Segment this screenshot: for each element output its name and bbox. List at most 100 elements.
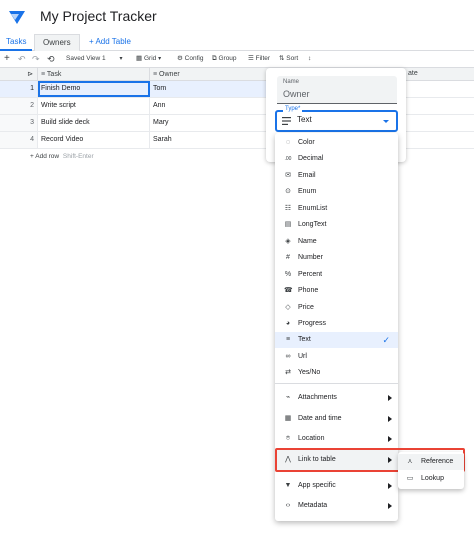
menu-item-label: Date and time (298, 415, 342, 422)
price-icon: ◇ (285, 304, 291, 311)
owner-cell[interactable]: Sarah (150, 132, 275, 148)
group-button[interactable]: ⧉ Group (212, 51, 237, 67)
menu-item-label: EnumList (298, 205, 328, 212)
tab-tasks[interactable]: Tasks (0, 34, 33, 51)
config-button[interactable]: ⚙ Config (177, 51, 203, 67)
menu-item-label: Color (298, 139, 315, 146)
owner-cell[interactable]: Ann (150, 98, 275, 114)
name-icon: ◈ (285, 238, 291, 245)
submenu-item-reference[interactable]: ⋏ Reference (398, 454, 464, 470)
add-row-button[interactable]: + Add row Shift-Enter (30, 153, 94, 160)
menu-item-label: LongText (298, 221, 327, 228)
link-table-icon: ⋀ (285, 456, 291, 463)
yes-no-icon: ⇄ (285, 369, 291, 376)
app-logo-icon (9, 11, 25, 24)
tab-owners[interactable]: Owners (34, 34, 80, 51)
column-type-select[interactable]: Type* Text (275, 106, 398, 132)
phone-icon: ☎ (284, 287, 293, 294)
menu-group-date-time[interactable]: ▦ Date and time (275, 409, 398, 429)
attachment-icon: ⌁ (285, 394, 291, 401)
column-header-task[interactable]: ≡ Task (38, 68, 150, 81)
menu-item-label: Metadata (298, 502, 328, 509)
enum-list-icon: ☷ (284, 205, 292, 212)
name-field-value: Owner (283, 89, 310, 99)
menu-item-percent[interactable]: % Percent (275, 267, 398, 283)
metadata-icon: ‹› (285, 502, 291, 509)
menu-divider (275, 383, 398, 384)
menu-item-name[interactable]: ◈ Name (275, 234, 398, 250)
menu-item-enum[interactable]: ⊙ Enum (275, 184, 398, 200)
menu-item-yesno[interactable]: ⇄ Yes/No (275, 365, 398, 381)
chevron-down-icon: ▾ (158, 56, 162, 62)
task-cell[interactable]: Finish Demo (38, 81, 150, 97)
name-field-label: Name (283, 79, 300, 85)
chevron-down-icon: ▾ (119, 56, 123, 62)
palette-icon: ◌ (285, 139, 291, 146)
menu-group-metadata[interactable]: ‹› Metadata (275, 496, 398, 516)
menu-item-email[interactable]: ✉ Email (275, 168, 398, 184)
sort-label: Sort (286, 55, 299, 62)
sort-icon: ⇅ (279, 55, 285, 62)
undo-icon[interactable]: ↶ (18, 51, 26, 67)
menu-item-number[interactable]: # Number (275, 250, 398, 266)
row-number: 1 (0, 81, 38, 97)
menu-item-label: Email (298, 172, 316, 179)
filter-button[interactable]: ☰ Filter (248, 51, 270, 67)
history-icon[interactable]: ⟲ (47, 51, 55, 67)
menu-group-link-to-table[interactable]: ⋀ Link to table (275, 450, 398, 470)
column-header-owner[interactable]: ≡ Owner (150, 68, 275, 81)
menu-group-attachments[interactable]: ⌁ Attachments (275, 388, 398, 408)
app-specific-icon: ▼ (284, 482, 292, 489)
menu-item-label: Url (298, 353, 307, 360)
column-name-field[interactable]: Name Owner (277, 76, 397, 104)
saved-view-select[interactable]: Saved View 1 ▾ (66, 51, 132, 67)
saved-view-label: Saved View 1 (66, 55, 106, 62)
chevron-right-icon (388, 416, 392, 422)
menu-item-label: Location (298, 435, 325, 442)
group-icon: ⧉ (212, 55, 217, 62)
text-icon: ≡ (153, 71, 158, 78)
caret-down-icon (383, 120, 389, 123)
grid-view-button[interactable]: ▦ Grid ▾ (136, 51, 161, 67)
add-row-label: Add row (35, 153, 60, 160)
chevron-right-icon (388, 503, 392, 509)
menu-item-phone[interactable]: ☎ Phone (275, 283, 398, 299)
submenu-item-label: Lookup (421, 475, 444, 482)
row-height-icon[interactable]: ↕ (308, 51, 311, 67)
add-icon[interactable]: + (4, 51, 10, 67)
type-dropdown-menu: ◌ Color .00 Decimal ✉ Email ⊙ Enum ☷ EnumList… (275, 133, 398, 521)
text-icon: ≡ (41, 71, 46, 78)
progress-icon: ◕ (285, 320, 291, 327)
task-cell[interactable]: Write script (38, 98, 150, 114)
link-to-table-submenu: ⋏ Reference ▭ Lookup (398, 452, 464, 489)
menu-item-decimal[interactable]: .00 Decimal (275, 151, 398, 167)
menu-item-url[interactable]: ∞ Url (275, 349, 398, 365)
redo-icon[interactable]: ↷ (32, 51, 40, 67)
filter-icon: ☰ (248, 55, 254, 62)
menu-item-price[interactable]: ◇ Price (275, 300, 398, 316)
app-header: My Project Tracker (0, 0, 474, 34)
menu-item-progress[interactable]: ◕ Progress (275, 316, 398, 332)
select-all-icon[interactable]: ⊳ (0, 68, 38, 81)
menu-item-text[interactable]: ≡ Text ✓ (275, 332, 398, 348)
task-cell[interactable]: Build slide deck (38, 115, 150, 131)
menu-item-label: Percent (298, 271, 323, 278)
group-label: Group (218, 55, 237, 62)
menu-group-app-specific[interactable]: ▼ App specific (275, 476, 398, 496)
menu-item-longtext[interactable]: ▤ LongText (275, 217, 398, 233)
menu-item-enumlist[interactable]: ☷ EnumList (275, 201, 398, 217)
owner-cell[interactable]: Mary (150, 115, 275, 131)
menu-item-label: Progress (298, 320, 327, 327)
menu-item-color[interactable]: ◌ Color (275, 135, 398, 151)
filter-label: Filter (255, 55, 271, 62)
task-cell[interactable]: Record Video (38, 132, 150, 148)
menu-group-location[interactable]: ⌾ Location (275, 429, 398, 449)
submenu-item-lookup[interactable]: ▭ Lookup (398, 471, 464, 487)
partial-column-header[interactable]: ate (406, 67, 474, 81)
add-table-button[interactable]: + Add Table (83, 34, 137, 51)
enum-icon: ⊙ (285, 188, 291, 195)
percent-icon: % (284, 271, 292, 278)
lookup-icon: ▭ (406, 475, 414, 482)
sort-button[interactable]: ⇅ Sort (279, 51, 298, 67)
owner-cell[interactable]: Tom (150, 81, 275, 97)
